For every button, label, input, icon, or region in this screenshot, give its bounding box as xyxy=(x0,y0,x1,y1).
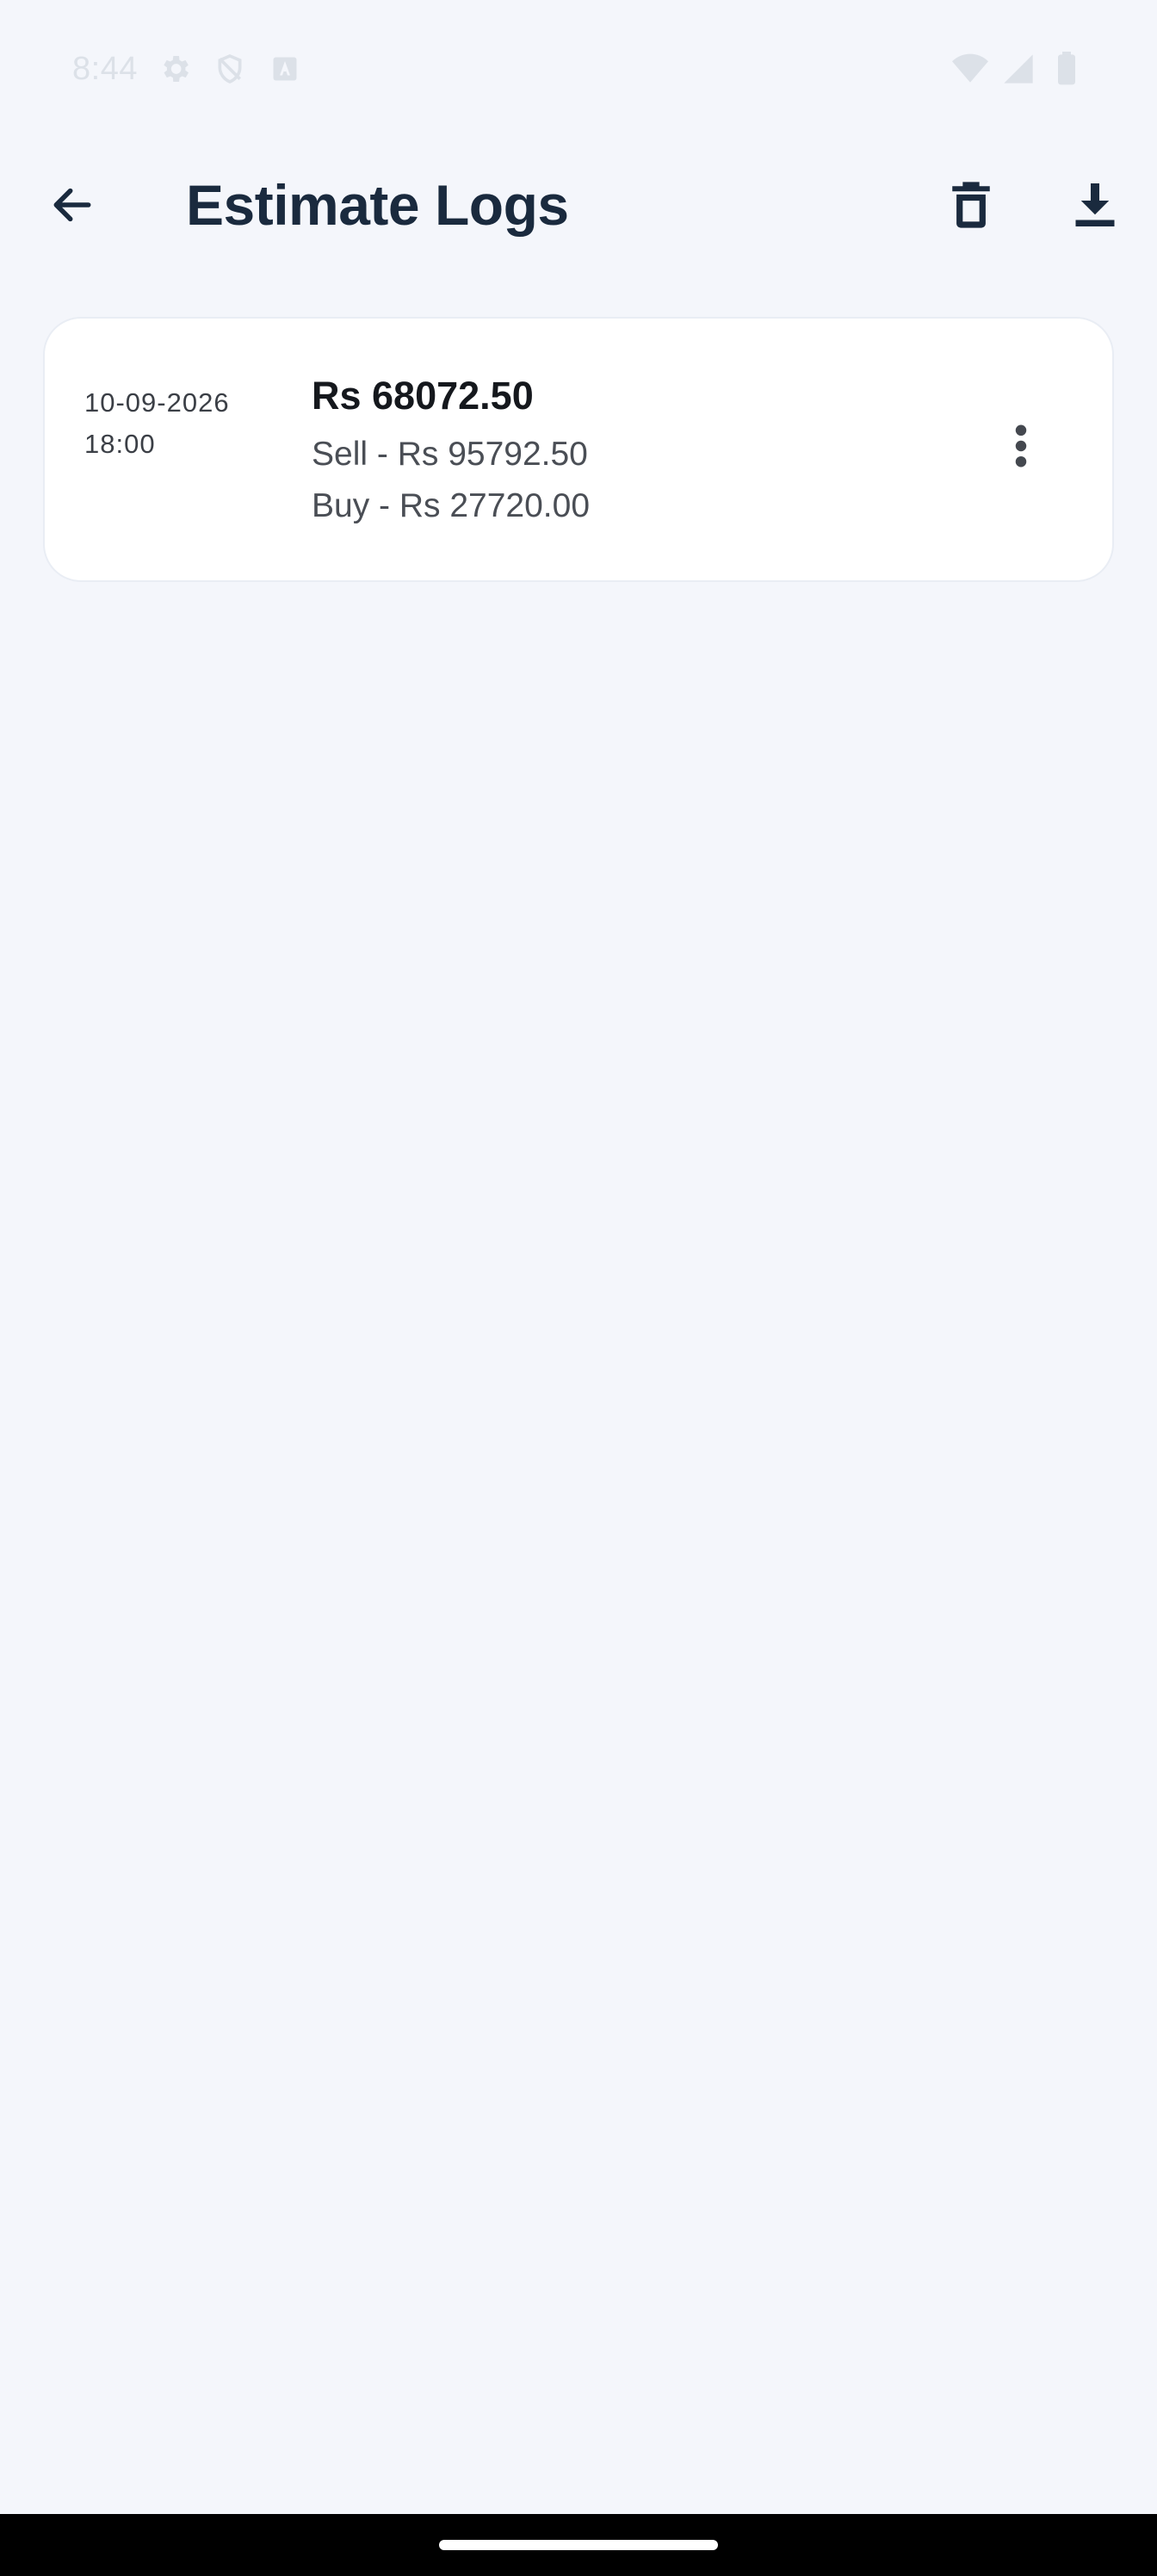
navigation-bar xyxy=(0,2514,1157,2576)
signal-icon xyxy=(1000,51,1036,87)
status-right xyxy=(952,51,1085,87)
log-buy: Buy - Rs 27720.00 xyxy=(312,487,591,524)
keyboard-icon xyxy=(267,51,303,87)
log-date-time: 18:00 xyxy=(84,429,156,459)
home-gesture-handle[interactable] xyxy=(439,2540,718,2550)
delete-icon xyxy=(952,182,990,228)
download-button[interactable] xyxy=(1061,170,1129,239)
status-time: 8:44 xyxy=(72,50,138,87)
screen: 8:44 Estimate Logs 10-09-2026 18:00 Rs 6… xyxy=(0,0,1157,2576)
log-date: 10-09-2026 18:00 xyxy=(84,382,230,465)
more-options-button[interactable] xyxy=(993,412,1049,480)
shield-icon xyxy=(212,51,248,87)
back-button[interactable] xyxy=(38,170,107,239)
more-vert-icon xyxy=(1015,424,1027,468)
battery-icon xyxy=(1049,51,1085,87)
app-bar: Estimate Logs xyxy=(0,138,1157,279)
log-amount: Rs 68072.50 xyxy=(312,374,534,418)
back-arrow-icon xyxy=(53,188,91,222)
log-date-day: 10-09-2026 xyxy=(84,387,230,418)
log-sell: Sell - Rs 95792.50 xyxy=(312,436,588,473)
settings-icon xyxy=(157,51,193,87)
status-left: 8:44 xyxy=(72,51,303,88)
download-icon xyxy=(1075,183,1115,226)
wifi-icon xyxy=(952,51,988,87)
log-card[interactable]: 10-09-2026 18:00 Rs 68072.50 Sell - Rs 9… xyxy=(43,317,1114,582)
delete-button[interactable] xyxy=(937,170,1005,239)
page-title: Estimate Logs xyxy=(186,173,569,237)
status-bar: 8:44 xyxy=(0,0,1157,138)
